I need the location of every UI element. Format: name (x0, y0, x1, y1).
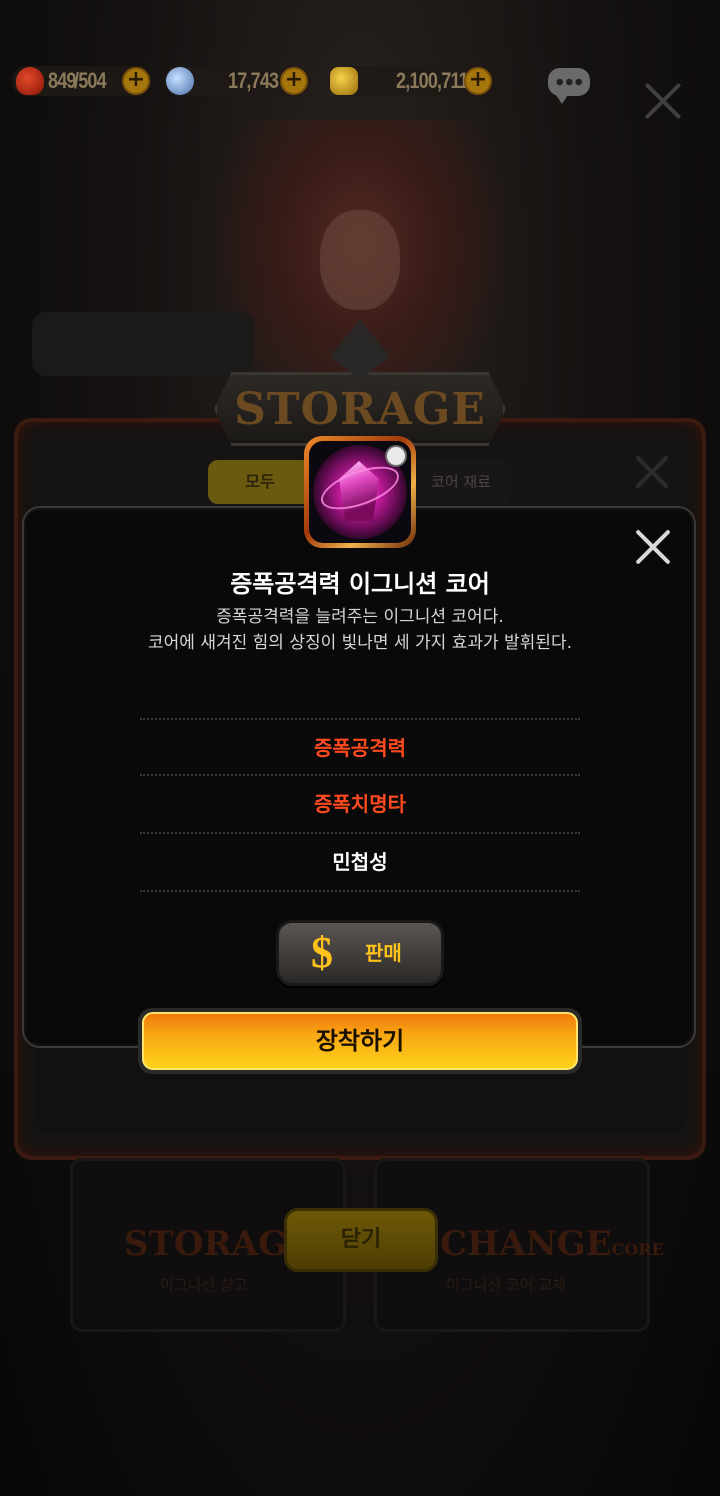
close-icon[interactable] (642, 80, 684, 122)
add-stamina-button[interactable]: + (122, 67, 150, 95)
close-button[interactable]: 닫기 (284, 1208, 438, 1272)
option-row: 증폭치명타 (140, 776, 580, 834)
option-row: 증폭공격력 (140, 718, 580, 776)
stamina-display: 849 /504 (16, 64, 113, 98)
gold-display: 2,100,711 (330, 64, 484, 98)
gem-value: 17,743 (228, 68, 279, 93)
heart-icon (16, 67, 44, 95)
character-face (320, 210, 400, 310)
add-gold-button[interactable]: + (464, 67, 492, 95)
item-options-list: 증폭공격력 증폭치명타 민첩성 (140, 718, 580, 892)
add-gem-button[interactable]: + (280, 67, 308, 95)
gold-coin-icon (330, 67, 358, 95)
tab-core-materials[interactable]: 코어 재료 (410, 460, 512, 504)
dollar-icon: $ (311, 928, 333, 977)
storage-card-subtitle: 이그니션 창고 (160, 1276, 248, 1294)
gold-value: 2,100,711 (396, 68, 469, 93)
storage-banner-title: STORAGE (234, 384, 486, 435)
sell-label: 판매 (365, 941, 402, 965)
sell-button[interactable]: $ 판매 (276, 920, 444, 986)
stamina-value: 849 (48, 68, 76, 93)
crest-icon (330, 320, 390, 380)
resource-bar: 849 /504 + 17,743 + 2,100,711 + (0, 56, 720, 106)
tab-all[interactable]: 모두 (208, 460, 312, 504)
item-description-line1: 증폭공격력을 늘려주는 이그니션 코어다. (216, 607, 504, 627)
storage-close-icon[interactable] (632, 452, 672, 492)
equip-label: 장착하기 (142, 1012, 578, 1070)
item-description-line2: 코어에 새겨진 힘의 상징이 빛나면 세 가지 효과가 발휘된다. (148, 633, 572, 653)
change-core-card-subtitle: 이그니션 코어 교체 (446, 1276, 566, 1294)
equip-button[interactable]: 장착하기 (138, 1008, 582, 1074)
item-description: 증폭공격력을 늘려주는 이그니션 코어다. 코어에 새겨진 힘의 상징이 빛나면… (0, 604, 720, 656)
gem-display: 17,743 (166, 64, 289, 98)
chat-bubble-icon[interactable] (548, 68, 590, 104)
gem-icon (166, 67, 194, 95)
star-emblem-icon (385, 445, 407, 467)
change-core-card-title: CHANGECORE (440, 1224, 664, 1264)
item-icon-frame (304, 436, 416, 548)
stamina-max: /504 (73, 68, 107, 93)
popup-close-icon[interactable] (632, 526, 674, 568)
option-row: 민첩성 (140, 834, 580, 892)
storage-banner: STORAGE (214, 320, 506, 446)
item-name: 증폭공격력 이그니션 코어 (230, 570, 490, 598)
